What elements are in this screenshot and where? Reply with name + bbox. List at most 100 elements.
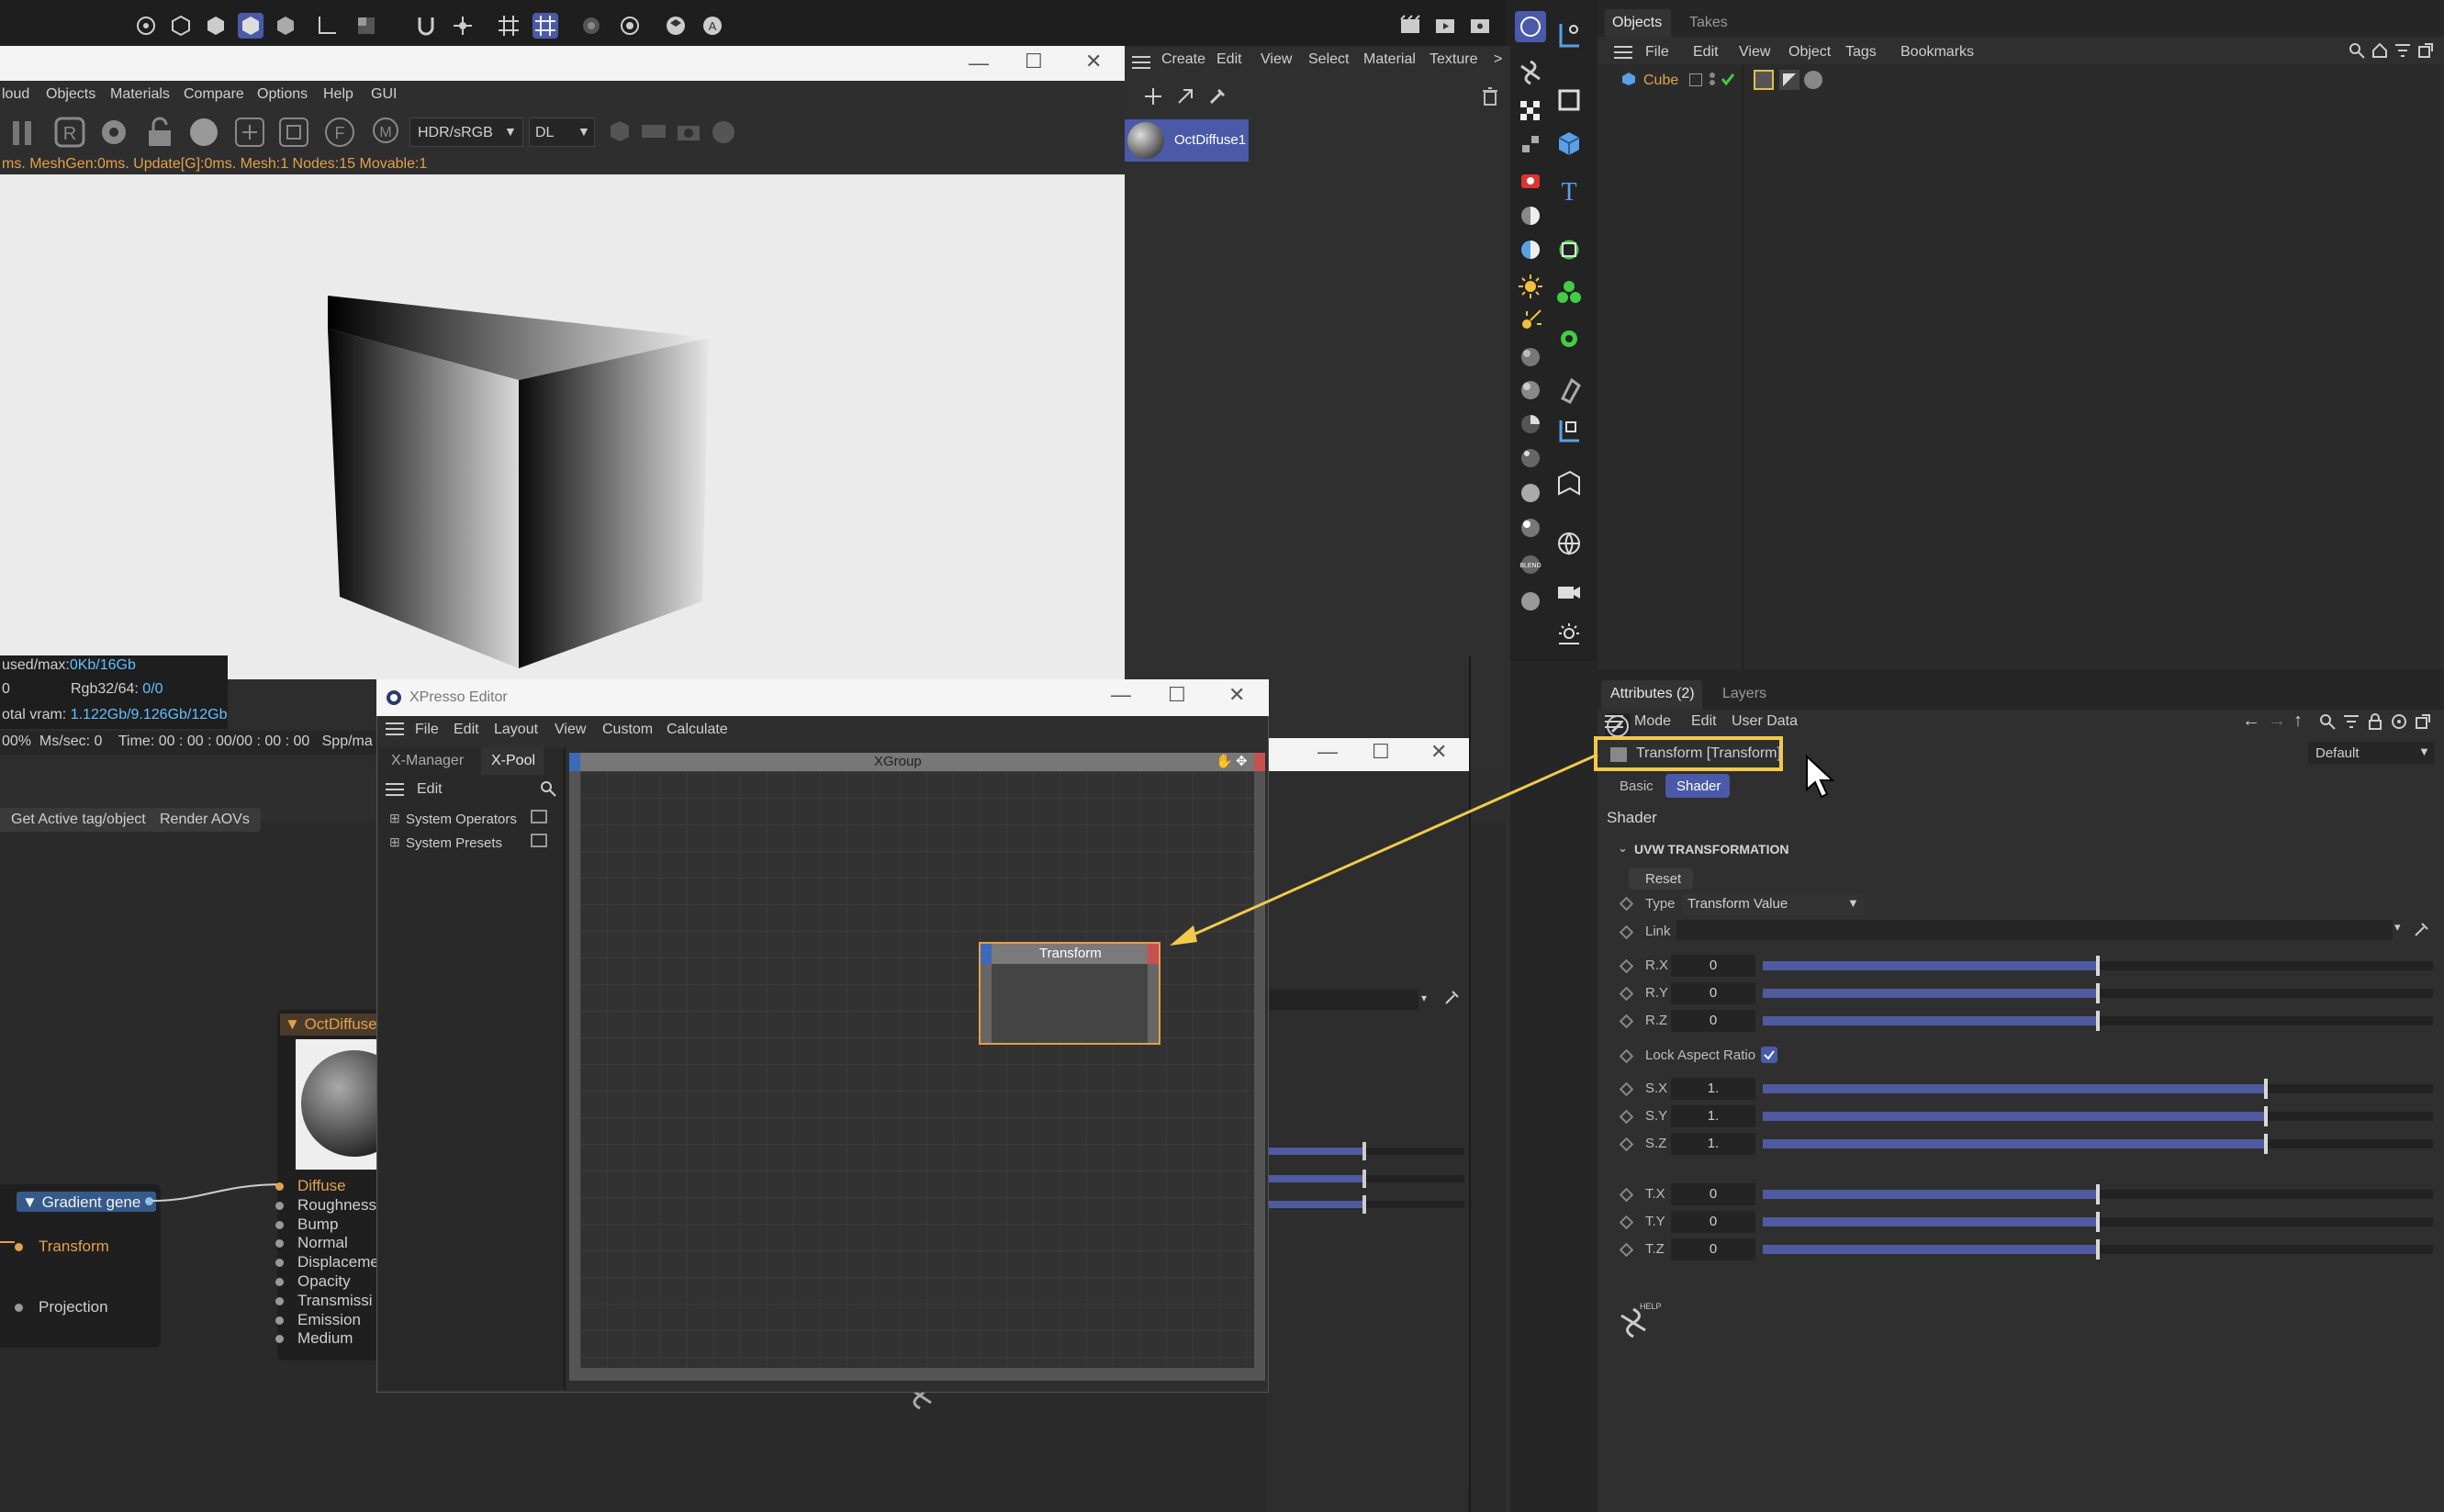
maximize-button[interactable]: ☐ (1168, 685, 1186, 705)
render-view-icon[interactable] (1397, 13, 1423, 39)
param-value-field[interactable]: 0 (1671, 955, 1755, 977)
uvw-tag-icon[interactable] (1779, 70, 1799, 90)
effector-gear-icon[interactable] (1553, 323, 1585, 354)
param-slider-knob[interactable] (2263, 1079, 2268, 1099)
param-slider[interactable] (1763, 1011, 2433, 1031)
render-settings-icon[interactable] (617, 13, 643, 39)
settings-snap-icon[interactable] (450, 13, 476, 39)
minimize-button[interactable]: — (969, 53, 989, 73)
param-slider[interactable] (1763, 1239, 2433, 1260)
menu-bookmarks[interactable]: Bookmarks (1900, 44, 1974, 61)
tab-takes[interactable]: Takes (1689, 15, 1728, 31)
param-value-field[interactable]: 1. (1671, 1133, 1755, 1155)
sphere-mat-5-icon[interactable] (1515, 477, 1546, 509)
lock-aspect-checkbox[interactable] (1761, 1047, 1777, 1063)
param-value-field[interactable]: 1. (1671, 1078, 1755, 1100)
visibility-dots-icon[interactable] (1708, 72, 1717, 86)
projection-port-dot[interactable] (15, 1304, 23, 1312)
material-tag-icon[interactable] (1803, 70, 1823, 90)
menu-tags[interactable]: Tags (1845, 44, 1877, 61)
param-value-field[interactable]: 0 (1671, 1183, 1755, 1205)
menu-object[interactable]: Object (1788, 44, 1831, 61)
link-field[interactable] (1676, 920, 2393, 940)
light-half-icon[interactable] (1515, 234, 1546, 265)
group-title[interactable]: UVW TRANSFORMATION (1634, 842, 1789, 857)
field-icon[interactable] (1553, 468, 1585, 499)
menu-texture[interactable]: Texture (1429, 51, 1477, 68)
polygon-mode-icon[interactable] (238, 13, 263, 39)
param-slider-knob[interactable] (2096, 1212, 2100, 1232)
close-button[interactable]: ✕ (1085, 51, 1102, 72)
half-circle-icon[interactable] (1515, 200, 1546, 231)
workplane-icon[interactable] (533, 13, 558, 39)
focus-f-icon[interactable]: F (323, 116, 356, 149)
sphere-preview-icon[interactable] (187, 116, 220, 149)
forward-arrow-icon[interactable]: → (2268, 711, 2286, 732)
xp-menu-view[interactable]: View (555, 722, 586, 738)
xp-menu-custom[interactable]: Custom (602, 722, 653, 738)
material-m-icon[interactable]: M (369, 116, 402, 149)
stage-camera-icon[interactable] (1553, 577, 1585, 608)
tree-system-operators[interactable]: System Operators (406, 812, 517, 827)
param-slider-knob[interactable] (2096, 1239, 2100, 1260)
subdivision-icon[interactable] (1553, 234, 1585, 265)
param-value-field[interactable]: 0 (1671, 1238, 1755, 1260)
param-slider-knob[interactable] (2263, 1134, 2268, 1154)
param-slider-knob[interactable] (2096, 983, 2100, 1003)
param-value-field[interactable]: 0 (1671, 982, 1755, 1004)
checker-icon[interactable] (1515, 95, 1546, 127)
add-region-icon[interactable] (233, 116, 266, 149)
hamburger-menu-icon[interactable] (386, 722, 404, 736)
xpresso-canvas[interactable] (580, 771, 1254, 1368)
octane-logo-icon[interactable] (1515, 57, 1546, 88)
spotlight-icon[interactable] (1515, 305, 1546, 336)
menu-view[interactable]: View (1739, 44, 1770, 61)
pause-icon[interactable] (9, 118, 37, 149)
cube-dark-icon[interactable] (663, 13, 689, 39)
up-arrow-icon[interactable]: ↑ (2293, 711, 2303, 732)
new-window-icon[interactable] (2415, 713, 2431, 730)
diffuse-port-dot[interactable] (275, 1316, 284, 1325)
object-name-cube[interactable]: Cube (1643, 73, 1678, 89)
eyedropper-icon[interactable] (2413, 920, 2431, 938)
blend-mat-icon[interactable]: BLEND (1515, 549, 1546, 580)
param-slider[interactable] (1763, 1184, 2433, 1204)
hamburger-menu-icon[interactable] (386, 782, 404, 797)
trash-icon[interactable] (1481, 86, 1499, 106)
cloner-icon[interactable] (1553, 277, 1585, 308)
restart-r-icon[interactable]: R (53, 116, 86, 149)
chevron-down-icon[interactable]: ▾ (2394, 920, 2401, 935)
attr-menu-mode[interactable]: Mode (1634, 713, 1671, 730)
camera-red-icon[interactable] (1515, 165, 1546, 196)
settings-gear-icon[interactable] (97, 116, 130, 149)
live-select-icon[interactable] (133, 13, 159, 39)
render-region-icon[interactable] (578, 13, 604, 39)
edge-mode-icon[interactable] (273, 13, 298, 39)
menu-help[interactable]: Help (323, 86, 353, 103)
param-slider-knob[interactable] (2263, 1106, 2268, 1126)
menu-edit[interactable]: Edit (1693, 44, 1719, 61)
text-spline-icon[interactable]: T (1553, 174, 1585, 206)
menu-more[interactable]: > (1494, 51, 1502, 68)
menu-material[interactable]: Material (1363, 51, 1416, 68)
material-item-octdiffuse1[interactable]: OctDiffuse1 (1125, 119, 1249, 162)
menu-compare[interactable]: Compare (184, 86, 244, 103)
menu-select[interactable]: Select (1308, 51, 1349, 68)
deformer-icon[interactable] (1553, 375, 1585, 406)
sphere-mat-1-icon[interactable] (1515, 342, 1546, 373)
param-value-field[interactable]: 0 (1671, 1211, 1755, 1233)
add-icon[interactable] (1143, 86, 1163, 106)
param-slider[interactable] (1763, 1212, 2433, 1232)
eyedropper-icon[interactable] (1443, 988, 1462, 1006)
param-slider-knob[interactable] (2096, 956, 2100, 976)
spline-pen-icon[interactable] (1553, 20, 1585, 51)
param-slider[interactable] (1763, 1106, 2433, 1126)
xp-menu-layout[interactable]: Layout (494, 722, 538, 738)
auto-a-icon[interactable]: A (700, 13, 725, 39)
attr-menu-edit[interactable]: Edit (1691, 713, 1717, 730)
minimize-button[interactable]: — (1111, 685, 1131, 705)
tab-layers[interactable]: Layers (1722, 686, 1766, 702)
sun-icon[interactable] (1515, 271, 1546, 302)
lock-icon[interactable] (2367, 713, 2383, 730)
enabled-check-icon[interactable] (1721, 72, 1735, 86)
